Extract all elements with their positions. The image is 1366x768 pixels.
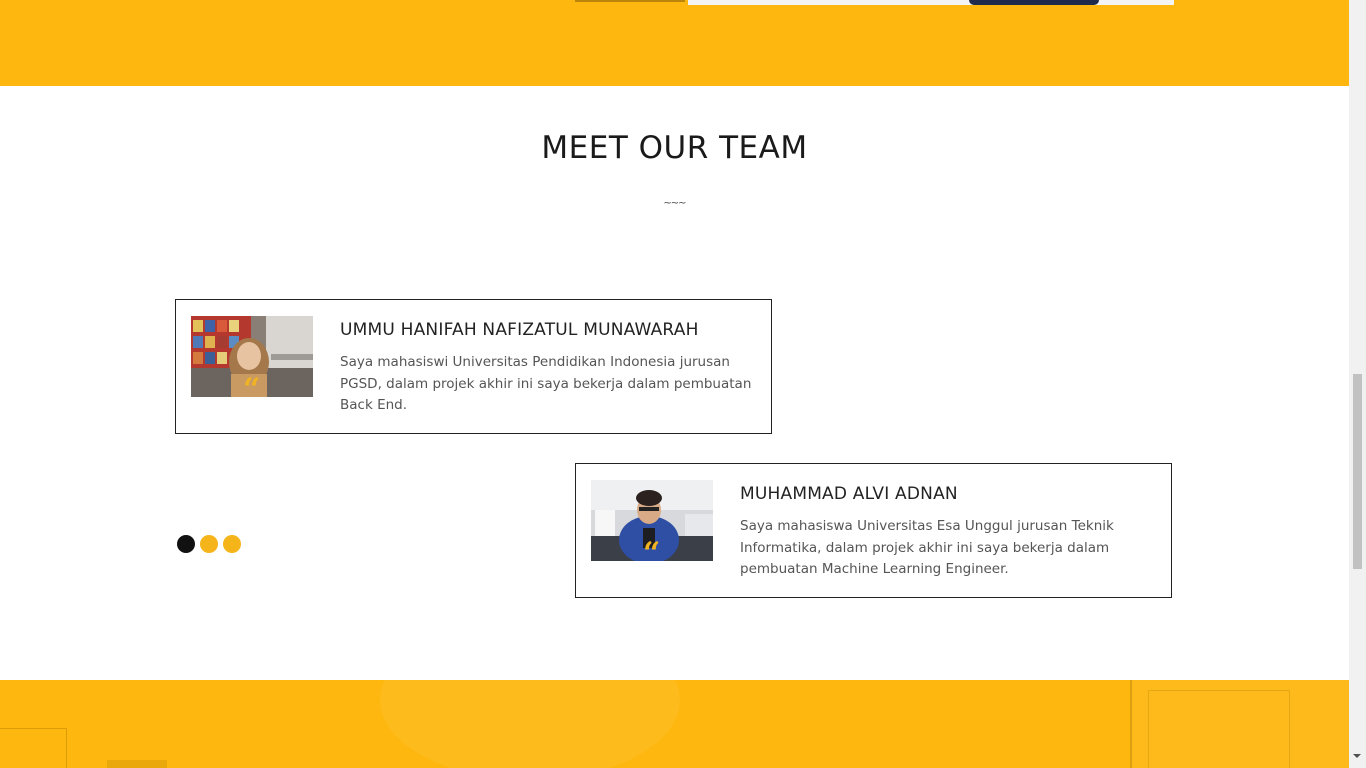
- carousel-dot-3[interactable]: [223, 535, 241, 553]
- vertical-scrollbar[interactable]: [1349, 0, 1366, 768]
- background-arc: [380, 680, 680, 768]
- title-divider: ~~~: [663, 198, 686, 209]
- quote-icon: “: [643, 536, 661, 562]
- previous-section-shadow: [575, 0, 685, 2]
- member-name: UMMU HANIFAH NAFIZATUL MUNAWARAH: [340, 320, 699, 340]
- scroll-down-arrow-icon[interactable]: [1353, 754, 1361, 758]
- background-door-frame: [1148, 690, 1290, 768]
- quote-icon: “: [243, 372, 261, 398]
- page: MEET OUR TEAM ~~~ “ UMMU HANIFAH NAFIZAT…: [0, 0, 1366, 768]
- scrollbar-thumb[interactable]: [1353, 374, 1362, 569]
- carousel-dot-2[interactable]: [200, 535, 218, 553]
- bottom-yellow-section: [0, 680, 1349, 768]
- member-bio: Saya mahasiswa Universitas Esa Unggul ju…: [740, 518, 1114, 577]
- previous-section-image-detail: [969, 0, 1099, 5]
- carousel-pagination: [177, 535, 241, 553]
- member-bio: Saya mahasiswi Universitas Pendidikan In…: [340, 354, 752, 413]
- member-name: MUHAMMAD ALVI ADNAN: [740, 484, 958, 504]
- team-card: “ UMMU HANIFAH NAFIZATUL MUNAWARAH Saya …: [175, 299, 772, 434]
- team-card: “ MUHAMMAD ALVI ADNAN Saya mahasiswa Uni…: [575, 463, 1172, 598]
- member-photo: “: [591, 480, 713, 561]
- previous-section-image: [688, 0, 1174, 5]
- top-yellow-section: [0, 0, 1349, 86]
- section-title: MEET OUR TEAM: [541, 130, 808, 166]
- background-door-left: [0, 728, 67, 768]
- member-photo: “: [191, 316, 313, 397]
- background-panel: [107, 760, 167, 768]
- carousel-dot-1[interactable]: [177, 535, 195, 553]
